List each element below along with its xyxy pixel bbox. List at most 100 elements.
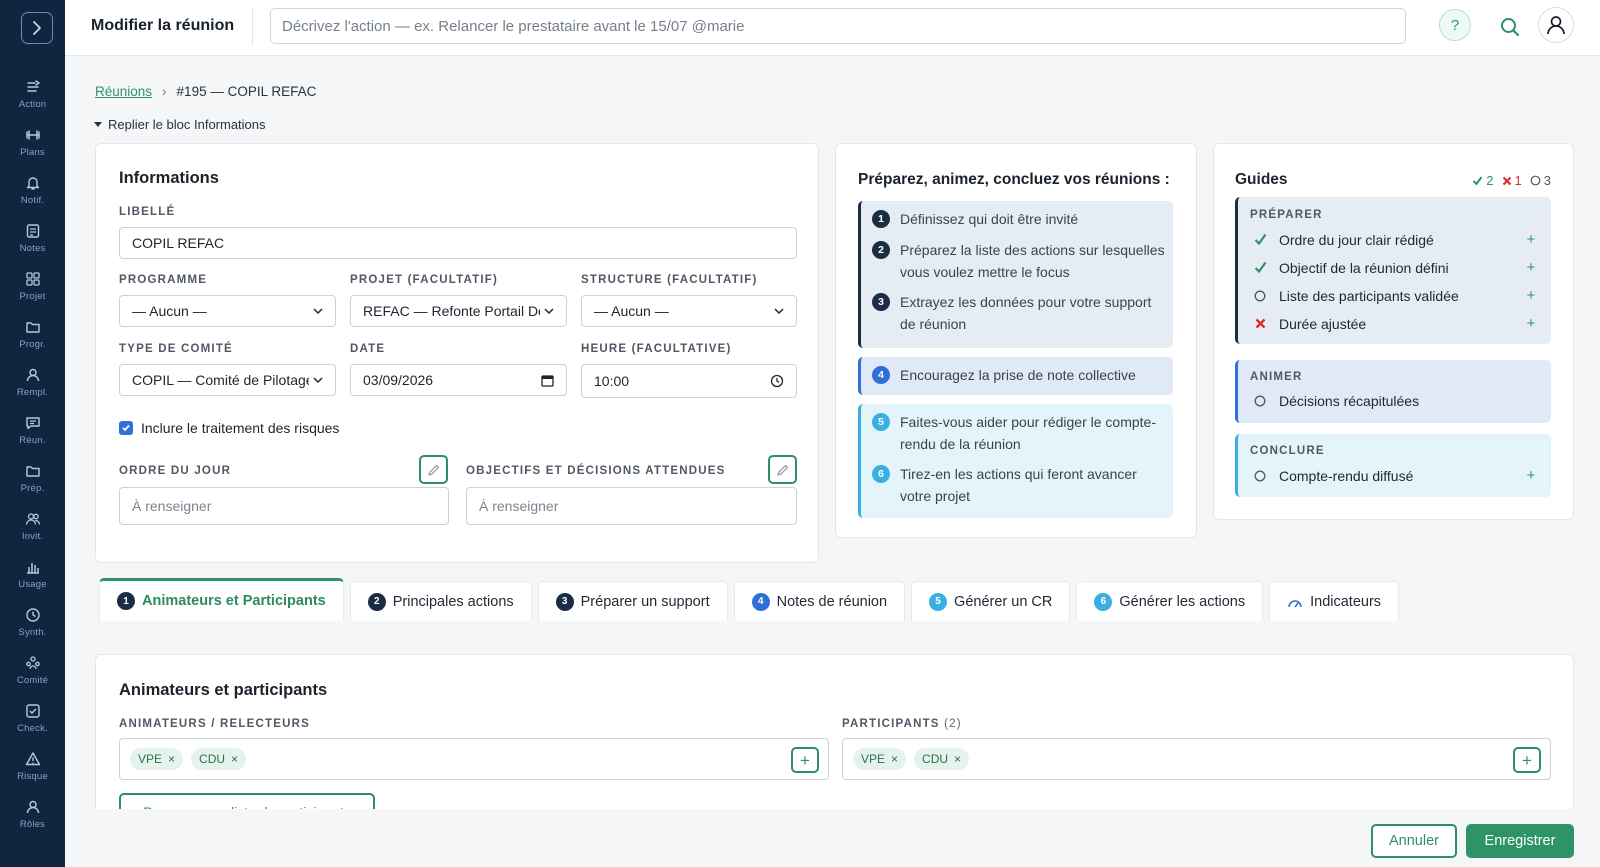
calendar-icon[interactable]	[541, 374, 554, 387]
tag-label: CDU	[922, 752, 949, 766]
tag-remove-button[interactable]: ×	[954, 752, 961, 766]
edit-ordre-button[interactable]	[419, 455, 448, 484]
steps-group-animate: 4 Encouragez la prise de note collective	[858, 357, 1173, 395]
add-animateur-button[interactable]: +	[791, 747, 819, 773]
sidebar-item-label: Notes	[19, 242, 46, 254]
guide-section-animer: ANIMER Décisions récapitulées	[1235, 360, 1551, 423]
sidebar-item-plans[interactable]: Plans	[0, 118, 65, 166]
risques-checkbox[interactable]	[119, 421, 133, 435]
pencil-icon	[427, 464, 439, 476]
tab-animateurs-participants[interactable]: 1 Animateurs et Participants	[99, 578, 344, 621]
sidebar-item-usage[interactable]: Usage	[0, 550, 65, 598]
steps-group-prepare: 1 Définissez qui doit être invité 2 Prép…	[858, 201, 1173, 348]
cancel-button[interactable]: Annuler	[1371, 824, 1457, 858]
tab-label: Notes de réunion	[776, 593, 888, 610]
structure-select[interactable]: — Aucun —	[581, 295, 797, 327]
action-command-input[interactable]	[270, 8, 1406, 44]
add-participant-button[interactable]: +	[1513, 747, 1541, 773]
guide-item: Compte-rendu diffusé +	[1250, 467, 1539, 484]
guide-item-add-button[interactable]: +	[1523, 315, 1539, 332]
sidebar-item-invit[interactable]: Invit.	[0, 502, 65, 550]
sidebar-item-synth[interactable]: Synth.	[0, 598, 65, 646]
ordre-label: ORDRE DU JOUR	[119, 465, 232, 477]
programme-select[interactable]: — Aucun —	[119, 295, 336, 327]
sidebar-item-roles[interactable]: Rôles	[0, 790, 65, 838]
guide-item: Décisions récapitulées	[1250, 393, 1539, 409]
participants-label: PARTICIPANTS (2)	[842, 718, 962, 730]
tab-generer-actions[interactable]: 6 Générer les actions	[1076, 581, 1264, 621]
sidebar-item-check[interactable]: Check.	[0, 694, 65, 742]
breadcrumb: Réunions › #195 — COPIL REFAC	[95, 84, 316, 99]
collapse-label: Replier le bloc Informations	[108, 117, 266, 132]
guide-item-add-button[interactable]: +	[1523, 231, 1539, 248]
step-item: 6 Tirez-en les actions qui feront avance…	[872, 463, 1167, 507]
tab-label: Indicateurs	[1310, 593, 1382, 610]
date-input[interactable]: 03/09/2026	[350, 364, 567, 396]
heure-input[interactable]: 10:00	[581, 364, 797, 398]
sidebar-toggle-button[interactable]	[21, 12, 53, 44]
libelle-input[interactable]: COPIL REFAC	[119, 227, 797, 259]
tag-remove-button[interactable]: ×	[891, 752, 898, 766]
ordre-du-jour-input[interactable]: À renseigner	[119, 487, 449, 525]
breadcrumb-current: #195 — COPIL REFAC	[176, 84, 317, 99]
help-button[interactable]: ?	[1439, 9, 1471, 41]
step-item: 1 Définissez qui doit être invité	[872, 208, 1167, 230]
sidebar-item-notes[interactable]: Notes	[0, 214, 65, 262]
tab-indicateurs[interactable]: Indicateurs	[1269, 581, 1400, 621]
sidebar-item-comite[interactable]: Comité	[0, 646, 65, 694]
user-icon	[1547, 16, 1565, 35]
sidebar-item-label: Check.	[17, 722, 48, 734]
sidebar-item-rempl[interactable]: Rempl.	[0, 358, 65, 406]
check-icon	[122, 424, 130, 432]
tab-label: Générer un CR	[954, 593, 1053, 610]
guide-item-add-button[interactable]: +	[1523, 259, 1539, 276]
step-number: 3	[872, 293, 890, 311]
libelle-label: LIBELLÉ	[119, 206, 176, 218]
sidebar-item-projet[interactable]: Projet	[0, 262, 65, 310]
edit-objectifs-button[interactable]	[768, 455, 797, 484]
tag-remove-button[interactable]: ×	[168, 752, 175, 766]
tab-notes-reunion[interactable]: 4 Notes de réunion	[733, 581, 906, 621]
objectifs-input[interactable]: À renseigner	[466, 487, 797, 525]
date-value: 03/09/2026	[363, 372, 434, 388]
guide-item-add-button[interactable]: +	[1523, 467, 1539, 484]
action-icon	[26, 79, 40, 92]
breadcrumb-link-reunions[interactable]: Réunions	[95, 84, 152, 99]
guide-item: Ordre du jour clair rédigé +	[1250, 231, 1539, 248]
comite-select[interactable]: COPIL — Comité de Pilotage	[119, 364, 336, 396]
animateurs-field[interactable]: VPE × CDU × +	[119, 738, 829, 780]
sidebar-item-action[interactable]: Action	[0, 70, 65, 118]
check-icon	[1254, 233, 1266, 246]
warning-icon	[25, 751, 40, 765]
save-button[interactable]: Enregistrer	[1466, 824, 1574, 858]
sidebar-item-label: Synth.	[18, 626, 47, 638]
stat-failed-count: 1	[1514, 173, 1522, 188]
sidebar-item-prep[interactable]: Prép.	[0, 454, 65, 502]
sidebar-item-risque[interactable]: Risque	[0, 742, 65, 790]
sidebar-item-label: Notif.	[20, 194, 45, 206]
divider	[252, 8, 253, 46]
risques-label[interactable]: Inclure le traitement des risques	[141, 420, 339, 436]
user-avatar-button[interactable]	[1538, 7, 1574, 43]
projet-select[interactable]: REFAC — Refonte Portail Doc	[350, 295, 567, 327]
circle-icon	[1254, 395, 1266, 407]
tab-principales-actions[interactable]: 2 Principales actions	[349, 581, 532, 621]
collapse-info-toggle[interactable]: Replier le bloc Informations	[94, 117, 266, 132]
search-button[interactable]	[1495, 12, 1525, 42]
participants-label-text: PARTICIPANTS	[842, 718, 940, 730]
check-icon	[1254, 261, 1266, 274]
tab-preparer-support[interactable]: 3 Préparer un support	[537, 581, 728, 621]
cross-icon	[1255, 318, 1265, 329]
folder-icon	[25, 465, 40, 477]
participants-count: (2)	[944, 718, 962, 730]
tag-remove-button[interactable]: ×	[231, 752, 238, 766]
clock-icon[interactable]	[770, 374, 784, 388]
participants-field[interactable]: VPE × CDU × +	[842, 738, 1551, 780]
sidebar-item-progr[interactable]: Progr.	[0, 310, 65, 358]
sidebar-item-notif[interactable]: Notif.	[0, 166, 65, 214]
propose-participants-button[interactable]: Proposer une liste de participants	[119, 793, 375, 809]
sidebar-item-label: Comité	[16, 674, 49, 686]
tab-generer-cr[interactable]: 5 Générer un CR	[911, 581, 1071, 621]
sidebar-item-reun[interactable]: Réun.	[0, 406, 65, 454]
guide-item-add-button[interactable]: +	[1523, 287, 1539, 304]
